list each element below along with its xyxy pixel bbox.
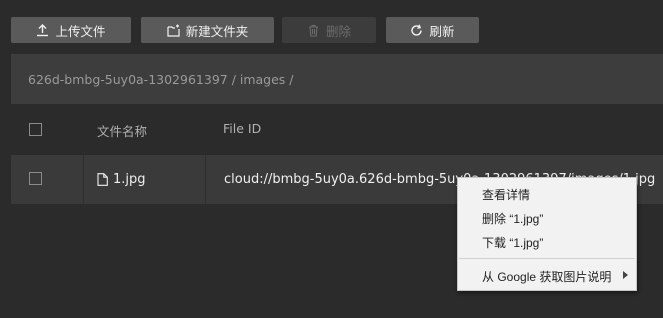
menu-item-download[interactable]: 下载 “1.jpg”: [458, 232, 636, 252]
upload-icon: [37, 23, 49, 36]
breadcrumb: 626d-bmbg-5uy0a-1302961397 / images /: [11, 54, 663, 104]
file-name: 1.jpg: [113, 172, 146, 187]
upload-file-button[interactable]: 上传文件: [11, 17, 131, 43]
menu-item-label: 下载 “1.jpg”: [482, 235, 544, 250]
delete-button[interactable]: 删除: [282, 17, 376, 43]
menu-separator: [459, 258, 635, 259]
menu-item-google-image-description[interactable]: 从 Google 获取图片说明: [458, 266, 636, 286]
breadcrumb-path[interactable]: 626d-bmbg-5uy0a-1302961397 / images /: [28, 72, 294, 87]
new-folder-label: 新建文件夹: [185, 23, 249, 39]
refresh-icon: [411, 24, 423, 36]
trash-icon: [308, 24, 318, 37]
delete-label: 删除: [325, 23, 351, 39]
refresh-label: 刷新: [429, 23, 455, 39]
menu-item-delete[interactable]: 删除 “1.jpg”: [458, 208, 636, 228]
menu-item-label: 从 Google 获取图片说明: [482, 269, 612, 284]
menu-item-label: 删除 “1.jpg”: [482, 211, 544, 226]
context-menu: 查看详情 删除 “1.jpg” 下载 “1.jpg” 从 Google 获取图片…: [457, 177, 637, 291]
file-name-cell[interactable]: 1.jpg: [97, 172, 146, 187]
column-divider: [83, 155, 84, 204]
row-checkbox[interactable]: [29, 172, 42, 185]
submenu-arrow-icon: [623, 271, 628, 279]
upload-file-label: 上传文件: [55, 23, 106, 39]
file-icon: [97, 173, 108, 186]
new-folder-button[interactable]: 新建文件夹: [141, 17, 274, 43]
column-header-filename[interactable]: 文件名称: [97, 121, 147, 140]
menu-item-label: 查看详情: [482, 187, 531, 202]
refresh-button[interactable]: 刷新: [386, 17, 479, 43]
menu-item-view-details[interactable]: 查看详情: [458, 184, 636, 204]
column-divider: [205, 155, 206, 204]
column-header-fileid[interactable]: File ID: [223, 121, 261, 136]
table-header: 文件名称 File ID: [11, 104, 663, 155]
select-all-checkbox[interactable]: [29, 123, 42, 136]
new-folder-icon: [167, 24, 180, 37]
